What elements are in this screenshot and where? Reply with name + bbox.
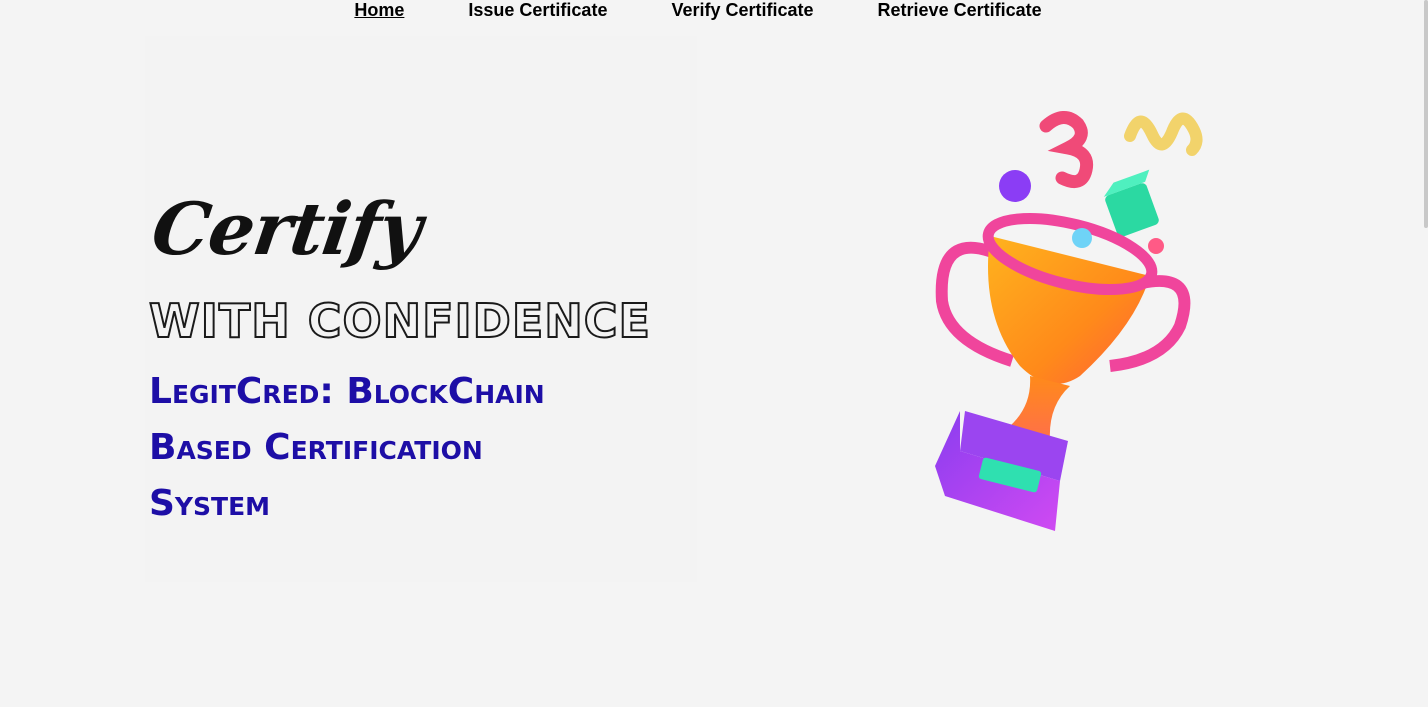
nav-issue-certificate-link[interactable]: Issue Certificate — [468, 0, 607, 20]
pink-dot-shape — [1148, 238, 1164, 254]
certify-script-text: Certify — [147, 186, 427, 271]
top-nav: Home Issue Certificate Verify Certificat… — [0, 0, 1428, 24]
nav-verify-certificate-link[interactable]: Verify Certificate — [671, 0, 813, 20]
trophy-illustration-icon — [935, 111, 1203, 531]
nav-home-link[interactable]: Home — [354, 0, 404, 20]
hero-banner-image: Certify WITH CONFIDENCE LegitCred: Block… — [145, 36, 697, 582]
purple-ball-shape — [999, 170, 1031, 202]
nav-retrieve-certificate-link[interactable]: Retrieve Certificate — [878, 0, 1042, 20]
blue-ball-shape — [1072, 228, 1092, 248]
page-scrollbar[interactable] — [1424, 0, 1428, 707]
system-name-text: LegitCred: BlockChain Based Certificatio… — [149, 371, 545, 524]
scrollbar-thumb[interactable] — [1424, 0, 1428, 228]
pink-spiral-shape — [1039, 111, 1094, 189]
green-cube-shape — [1103, 169, 1159, 237]
yellow-squiggle-shape — [1124, 112, 1203, 156]
with-confidence-text: WITH CONFIDENCE — [148, 293, 651, 349]
page: Home Issue Certificate Verify Certificat… — [0, 0, 1428, 707]
